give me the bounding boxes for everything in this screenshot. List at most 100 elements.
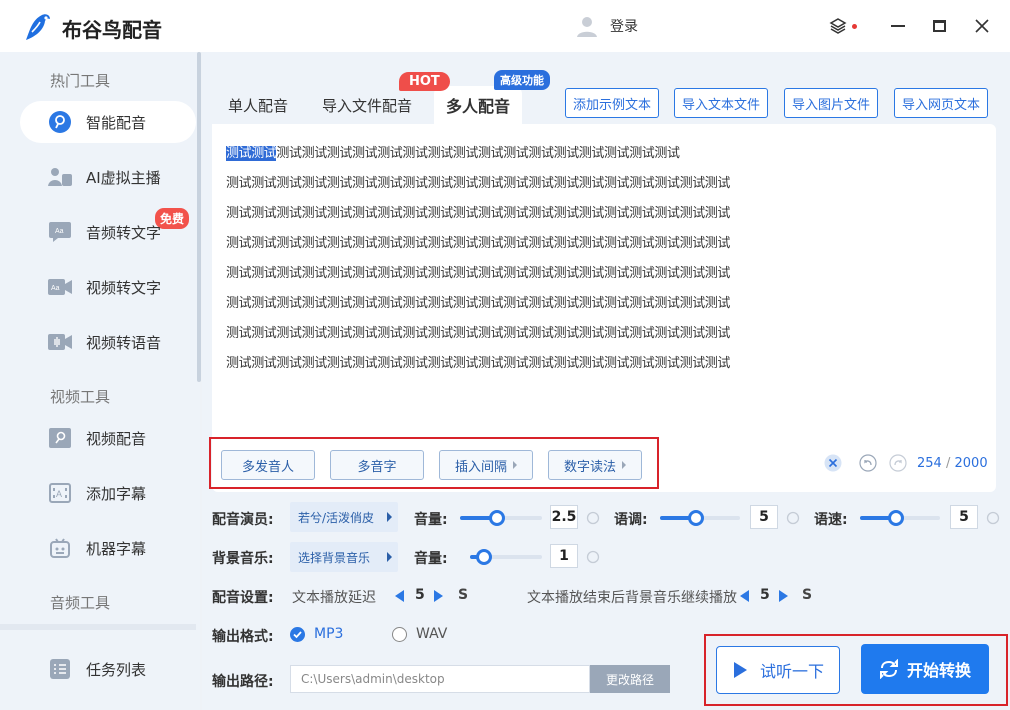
user-avatar-icon [577, 17, 597, 37]
wav-radio[interactable] [392, 627, 407, 642]
multi-speaker-button[interactable]: 多发音人 [221, 450, 315, 480]
mp3-label[interactable]: MP3 [314, 626, 343, 642]
text-line: 测试测试测试测试测试测试测试测试测试测试测试测试测试测试测试测试测试测试测试测试 [226, 326, 731, 341]
bgm-volume-label: 音量: [414, 551, 448, 567]
import-image-file-button[interactable]: 导入图片文件 [784, 88, 879, 118]
sidebar-item-label: 添加字幕 [86, 484, 147, 503]
sidebar-item-add-subtitle[interactable]: A 添加字幕 [20, 472, 196, 514]
reset-icon[interactable] [786, 511, 800, 525]
output-path-input[interactable]: C:\Users\admin\desktop [290, 665, 590, 693]
sidebar-scrollbar[interactable] [197, 52, 201, 382]
delay-value: 5 [415, 587, 425, 603]
number-reading-button[interactable]: 数字读法 [548, 450, 642, 480]
dub-settings-label: 配音设置: [212, 590, 274, 606]
wav-label[interactable]: WAV [416, 626, 447, 642]
play-icon [733, 662, 747, 678]
main-panel: 单人配音 导入文件配音 多人配音 HOT 高级功能 添加示例文本 导入文本文件 … [202, 52, 1010, 710]
volume-value[interactable]: 2.5 [550, 505, 578, 529]
select-arrow-icon [387, 552, 392, 562]
svg-text:Aa: Aa [51, 285, 60, 292]
delay-increase-icon[interactable] [434, 590, 443, 602]
volume-slider[interactable] [460, 510, 542, 526]
sidebar-item-virtual-anchor[interactable]: AI虚拟主播 [20, 156, 196, 198]
output-format-label: 输出格式: [212, 629, 274, 645]
sidebar-divider [0, 624, 196, 630]
change-path-button[interactable]: 更改路径 [590, 665, 670, 693]
svg-text:A: A [56, 489, 62, 499]
voice-actor-label: 配音演员: [212, 512, 274, 528]
reset-icon[interactable] [586, 550, 600, 564]
start-convert-button[interactable]: 开始转换 [861, 644, 989, 694]
preview-button[interactable]: 试听一下 [716, 646, 840, 694]
volume-label: 音量: [414, 512, 448, 528]
sidebar-item-smart-dub[interactable]: 智能配音 [20, 101, 196, 143]
close-icon [975, 19, 989, 33]
task-list-icon [48, 658, 72, 680]
layers-icon [829, 18, 847, 34]
add-sample-text-button[interactable]: 添加示例文本 [565, 88, 660, 118]
text-line: 测试测试测试测试测试测试测试测试测试测试测试测试测试测试测试测试测试测试测试测试 [226, 176, 731, 191]
slider-knob[interactable] [476, 549, 492, 565]
mp3-radio[interactable] [290, 627, 305, 642]
sidebar-item-audio-to-text[interactable]: Aa 音频转文字 [20, 211, 196, 253]
bird-logo-icon [26, 14, 50, 41]
text-line-rest: 测试测试测试测试测试测试测试测试测试测试测试测试测试测试测试测试 [276, 146, 680, 161]
clear-icon[interactable] [824, 454, 842, 472]
char-counter: 254 / 2000 [917, 456, 988, 471]
tab-multi-dub[interactable]: 多人配音 [434, 86, 523, 124]
bgm-volume-value[interactable]: 1 [550, 544, 578, 568]
maximize-button[interactable] [929, 16, 949, 36]
bgm-select[interactable]: 选择背景音乐 [290, 542, 398, 572]
text-line: 测试测试测试测试测试测试测试测试测试测试测试测试测试测试测试测试测试测试 [226, 142, 680, 161]
tab-bar: 单人配音 导入文件配音 多人配音 [212, 86, 532, 124]
continue-increase-icon[interactable] [779, 590, 788, 602]
sidebar-item-label: 视频配音 [86, 429, 147, 448]
tab-file-dub[interactable]: 导入文件配音 [322, 86, 412, 124]
voice-actor-value: 若兮/活泼俏皮 [298, 510, 375, 525]
pitch-value[interactable]: 5 [750, 505, 778, 529]
reset-icon[interactable] [586, 511, 600, 525]
sidebar-item-label: 视频转语音 [86, 333, 162, 352]
speed-label: 语速: [814, 512, 848, 528]
preview-label: 试听一下 [759, 662, 824, 681]
reset-icon[interactable] [986, 511, 1000, 525]
sidebar-item-video-to-voice[interactable]: 视频转语音 [20, 321, 196, 363]
selected-text: 测试测试 [226, 146, 277, 161]
text-line: 测试测试测试测试测试测试测试测试测试测试测试测试测试测试测试测试测试测试测试测试 [226, 296, 731, 311]
text-line: 测试测试测试测试测试测试测试测试测试测试测试测试测试测试测试测试测试测试测试测试 [226, 266, 731, 281]
slider-knob[interactable] [489, 510, 505, 526]
continue-decrease-icon[interactable] [740, 590, 749, 602]
sidebar-item-video-to-text[interactable]: Aa 视频转文字 [20, 266, 196, 308]
title-bar: 布谷鸟配音 登录 [0, 0, 1010, 52]
delay-decrease-icon[interactable] [395, 590, 404, 602]
skin-button[interactable] [828, 16, 848, 36]
import-text-file-button[interactable]: 导入文本文件 [674, 88, 769, 118]
notification-dot [852, 24, 857, 29]
sidebar-item-video-dub[interactable]: 视频配音 [20, 417, 196, 459]
import-webpage-text-button[interactable]: 导入网页文本 [894, 88, 989, 118]
bgm-volume-slider[interactable] [470, 549, 542, 565]
speed-slider[interactable] [860, 510, 940, 526]
add-subtitle-icon: A [48, 482, 72, 504]
undo-icon[interactable] [859, 454, 877, 472]
login-button[interactable]: 登录 [576, 12, 638, 40]
pitch-slider[interactable] [660, 510, 740, 526]
speed-value[interactable]: 5 [950, 505, 978, 529]
sidebar-item-robot-subtitle[interactable]: 机器字幕 [20, 527, 196, 569]
caret-right-icon [513, 461, 517, 469]
sidebar-item-label: 智能配音 [86, 113, 147, 132]
number-reading-label: 数字读法 [563, 459, 616, 475]
slider-knob[interactable] [888, 510, 904, 526]
insert-pause-button[interactable]: 插入间隔 [439, 450, 533, 480]
sidebar-item-task-list[interactable]: 任务列表 [20, 648, 196, 690]
minimize-button[interactable] [888, 16, 908, 36]
pitch-label: 语调: [614, 512, 648, 528]
voice-actor-select[interactable]: 若兮/活泼俏皮 [290, 502, 398, 532]
sidebar-group-audio: 音频工具 [50, 594, 111, 612]
polyphone-button[interactable]: 多音字 [330, 450, 424, 480]
redo-icon[interactable] [889, 454, 907, 472]
close-button[interactable] [972, 16, 992, 36]
tab-single-dub[interactable]: 单人配音 [228, 86, 288, 124]
sidebar-item-label: 音频转文字 [86, 223, 162, 242]
slider-knob[interactable] [688, 510, 704, 526]
